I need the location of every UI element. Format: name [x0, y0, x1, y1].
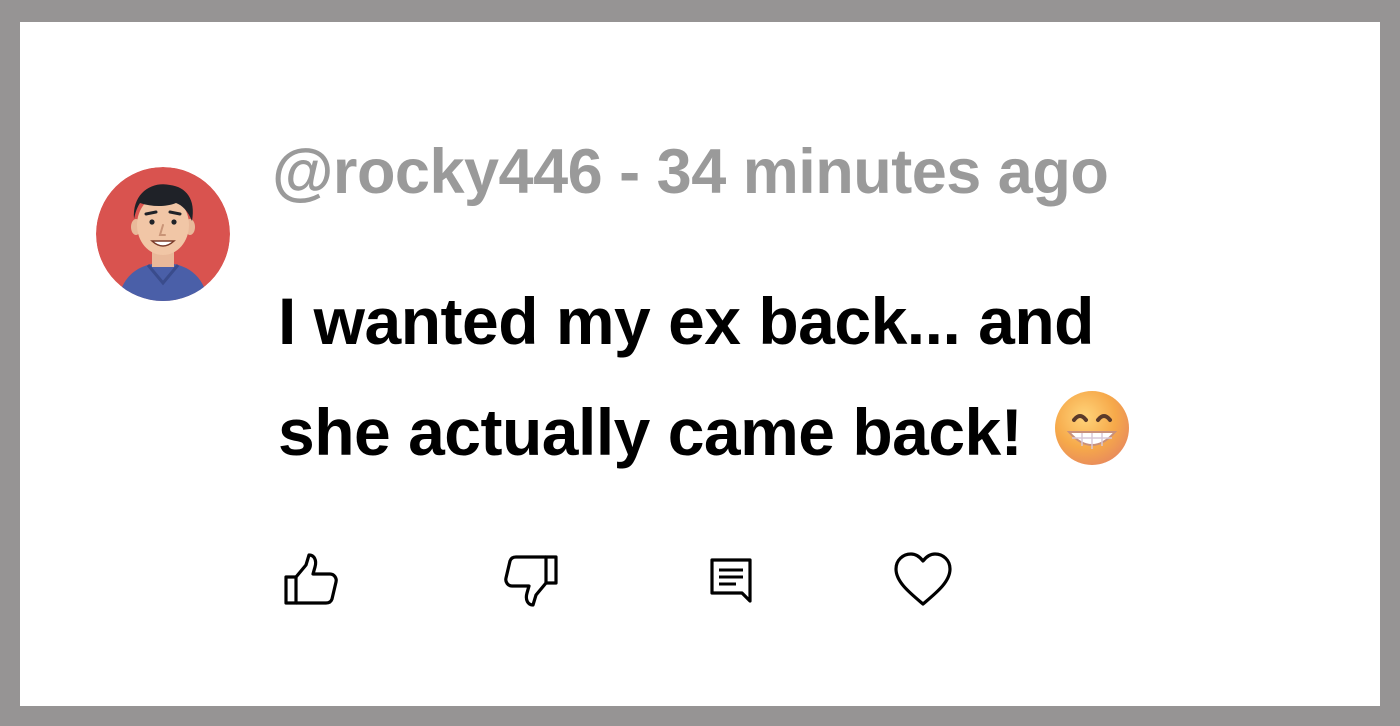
comment-card: @rocky446 - 34 minutes ago I wanted my e…	[20, 22, 1380, 706]
username[interactable]: @rocky446	[272, 137, 603, 207]
heart-icon	[894, 552, 952, 606]
comment-meta: @rocky446 - 34 minutes ago	[272, 134, 1109, 210]
like-button[interactable]	[278, 547, 344, 613]
comment-text: I wanted my ex back... and she actually …	[278, 266, 1358, 488]
comment-text-line-2: she actually came back!	[278, 377, 1358, 488]
avatar[interactable]	[96, 167, 230, 301]
reply-button[interactable]	[698, 547, 764, 613]
thumbs-down-icon	[504, 555, 558, 607]
meta-separator: -	[602, 137, 657, 207]
comment-text-line-2-text: she actually came back!	[278, 395, 1023, 469]
favorite-button[interactable]	[890, 547, 956, 613]
thumbs-up-icon	[284, 553, 338, 605]
comment-text-line-1: I wanted my ex back... and	[278, 284, 1094, 358]
comment-icon	[710, 558, 752, 603]
timestamp: 34 minutes ago	[656, 137, 1109, 207]
grinning-face-icon	[1052, 388, 1132, 468]
avatar-illustration	[96, 167, 230, 301]
dislike-button[interactable]	[498, 547, 564, 613]
